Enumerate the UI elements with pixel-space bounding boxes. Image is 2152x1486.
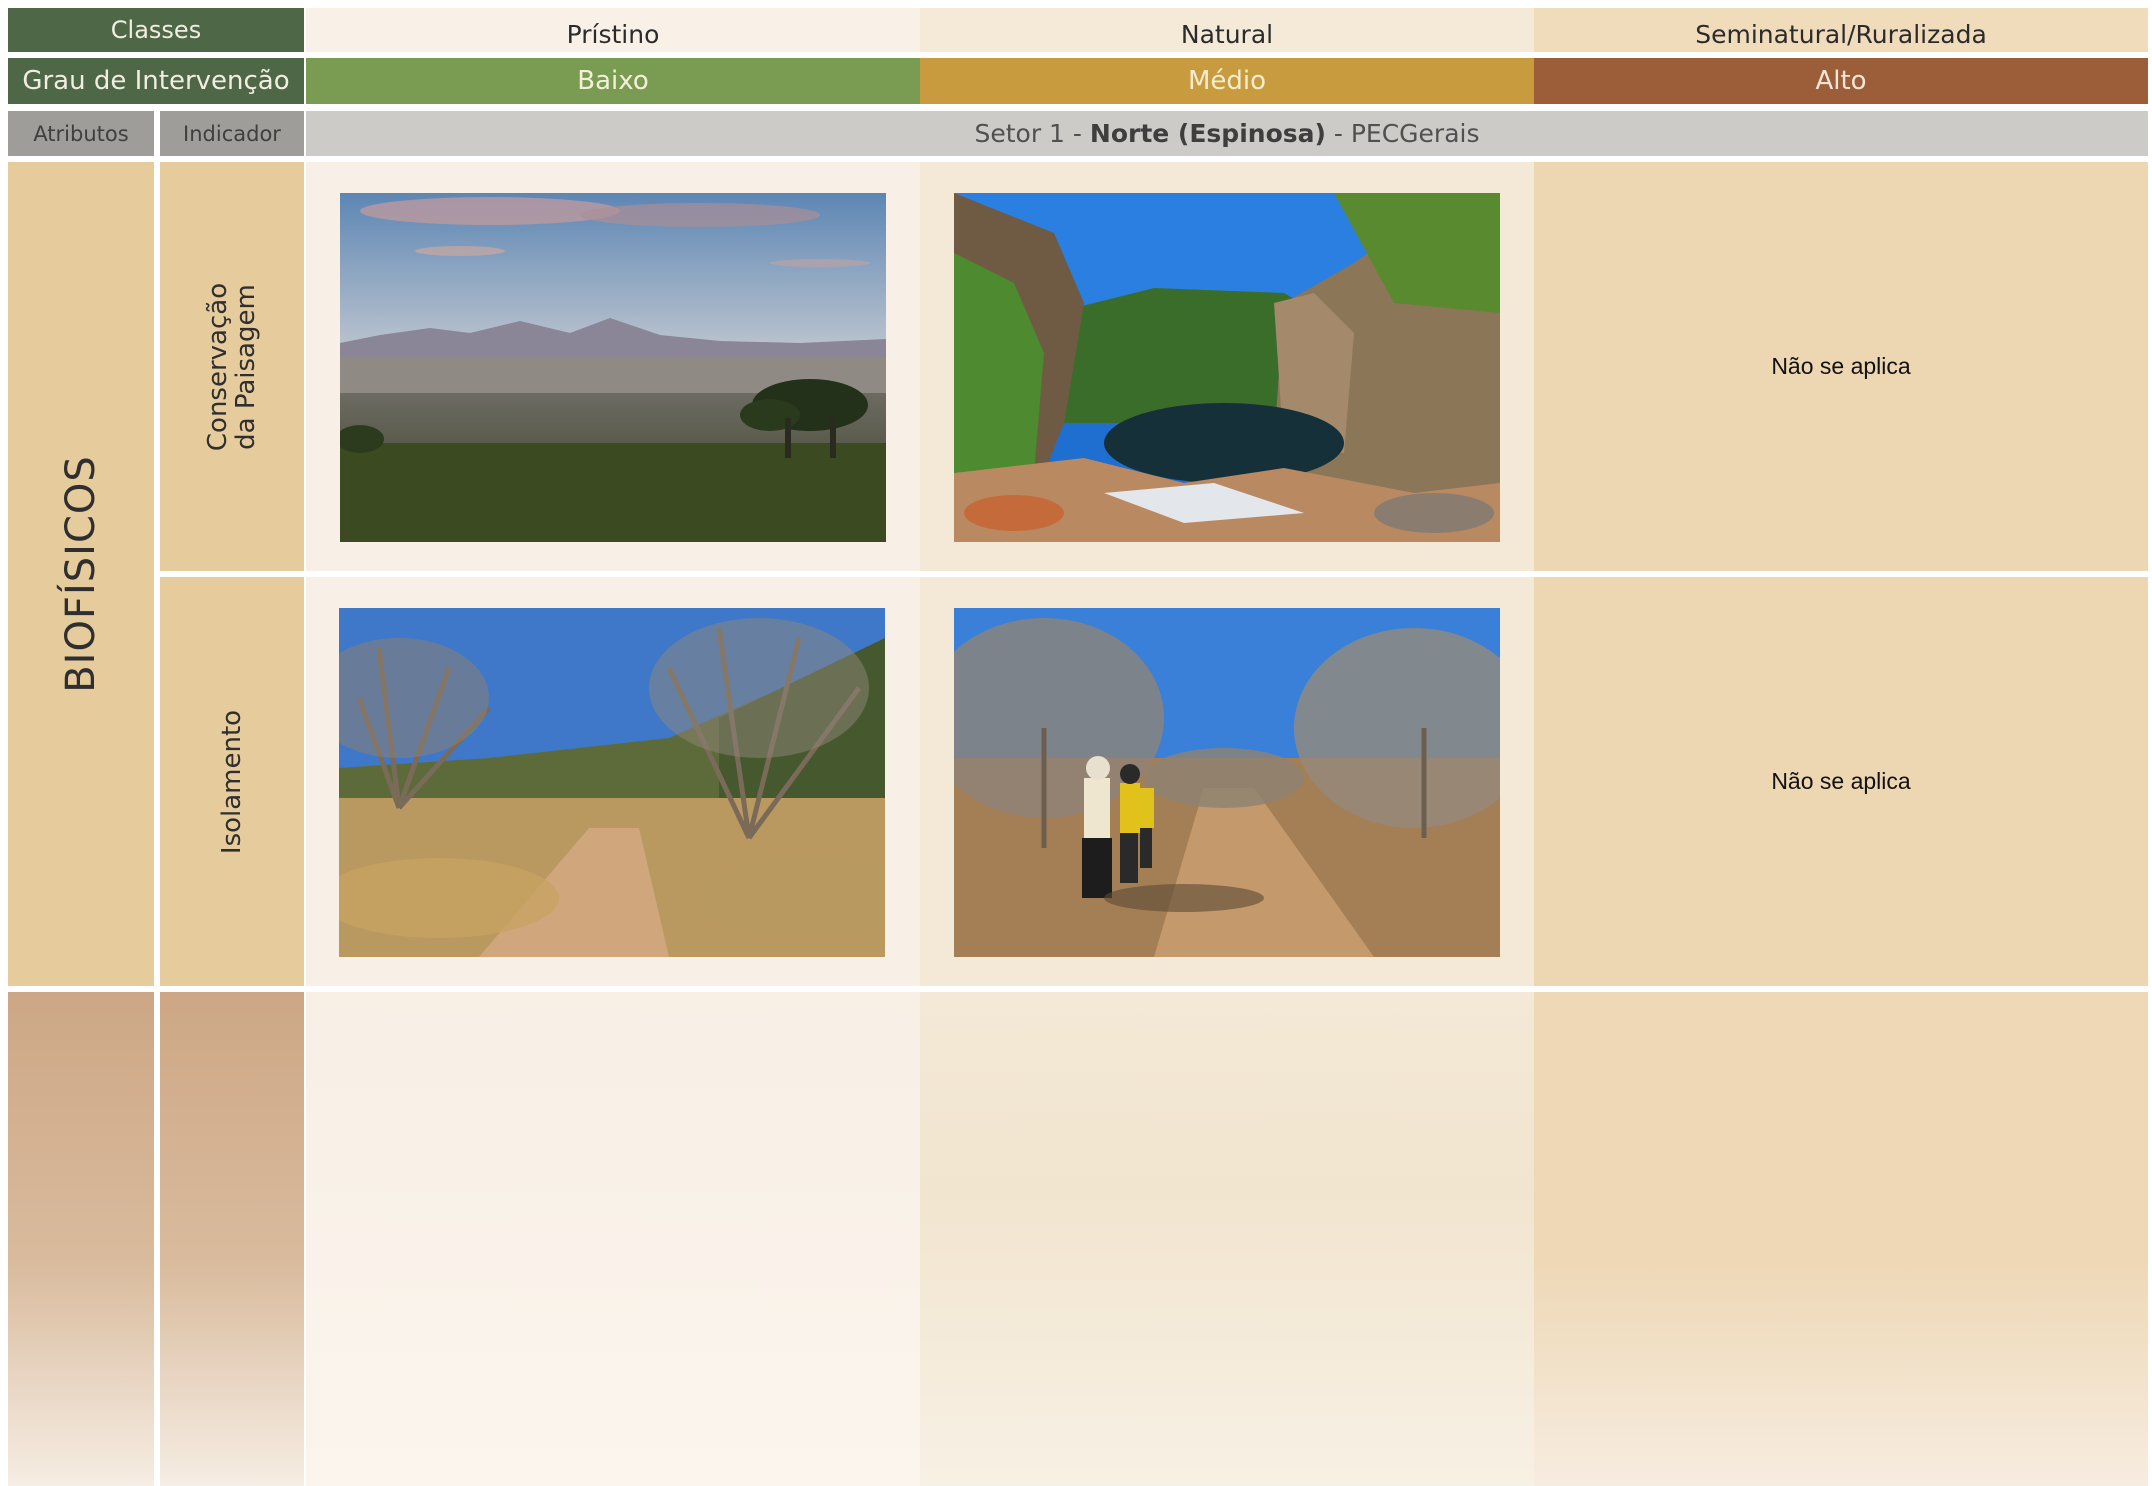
sector-header: Setor 1 - Norte (Espinosa) - PECGerais xyxy=(306,111,2148,156)
indicator-isolamento-label: Isolamento xyxy=(217,709,247,854)
atributos-header-text: Atributos xyxy=(33,121,129,146)
atributos-header: Atributos xyxy=(8,111,154,156)
isolamento-semi-text: Não se aplica xyxy=(1771,768,1911,794)
empty-natural-cell xyxy=(920,992,1534,1486)
empty-semi-cell xyxy=(1534,992,2148,1486)
class-pristino-text: Prístino xyxy=(566,19,660,49)
grau-medio: Médio xyxy=(920,58,1534,104)
attribute-label: BIOFÍSICOS xyxy=(58,455,104,693)
classes-label-text: Classes xyxy=(110,16,202,44)
cell-conservacao-semi: Não se aplica xyxy=(1534,162,2148,571)
indicator-conservacao-line2: da Paisagem xyxy=(231,283,262,450)
grau-label: Grau de Intervenção xyxy=(8,58,304,104)
sector-name: Norte (Espinosa) xyxy=(1089,119,1326,148)
empty-attribute-cell xyxy=(8,992,154,1486)
empty-pristino-cell xyxy=(306,992,920,1486)
canyon-waterhole-photo xyxy=(954,193,1500,542)
conservacao-semi-text: Não se aplica xyxy=(1771,353,1911,379)
indicator-isolamento: Isolamento xyxy=(160,577,304,986)
indicator-isolamento-line1: Isolamento xyxy=(217,709,247,854)
hikers-dry-forest-photo xyxy=(954,608,1500,957)
cell-isolamento-semi: Não se aplica xyxy=(1534,577,2148,986)
class-natural-header: Natural xyxy=(920,8,1534,52)
class-natural-text: Natural xyxy=(1180,19,1274,49)
mountain-landscape-photo xyxy=(340,193,886,542)
sector-suffix: - PECGerais xyxy=(1325,119,1480,148)
sector-prefix: Setor 1 - xyxy=(974,119,1090,148)
sector-title: Setor 1 - Norte (Espinosa) - PECGerais xyxy=(974,119,1479,148)
grau-medio-text: Médio xyxy=(1187,66,1267,96)
indicator-conservacao-line1: Conservação xyxy=(203,282,234,451)
classes-label: Classes xyxy=(8,8,304,52)
indicador-header-text: Indicador xyxy=(183,121,281,146)
cell-isolamento-pristino xyxy=(306,577,920,986)
class-semi-text: Seminatural/Ruralizada xyxy=(1695,19,1987,49)
dry-forest-trail-photo xyxy=(339,608,885,957)
attribute-cell-biofisicos: BIOFÍSICOS xyxy=(8,162,154,986)
cell-conservacao-pristino xyxy=(306,162,920,571)
class-semi-header: Seminatural/Ruralizada xyxy=(1534,8,2148,52)
grau-label-text: Grau de Intervenção xyxy=(22,66,290,96)
class-pristino-header: Prístino xyxy=(306,8,920,52)
grau-alto: Alto xyxy=(1534,58,2148,104)
cell-isolamento-natural xyxy=(920,577,1534,986)
cell-conservacao-natural xyxy=(920,162,1534,571)
grau-baixo-text: Baixo xyxy=(577,66,649,96)
indicator-conservacao: Conservação da Paisagem xyxy=(160,162,304,571)
indicador-header: Indicador xyxy=(160,111,304,156)
indicator-conservacao-label: Conservação da Paisagem xyxy=(203,282,262,451)
grau-baixo: Baixo xyxy=(306,58,920,104)
empty-indicator-cell xyxy=(160,992,304,1486)
grau-alto-text: Alto xyxy=(1815,66,1867,96)
